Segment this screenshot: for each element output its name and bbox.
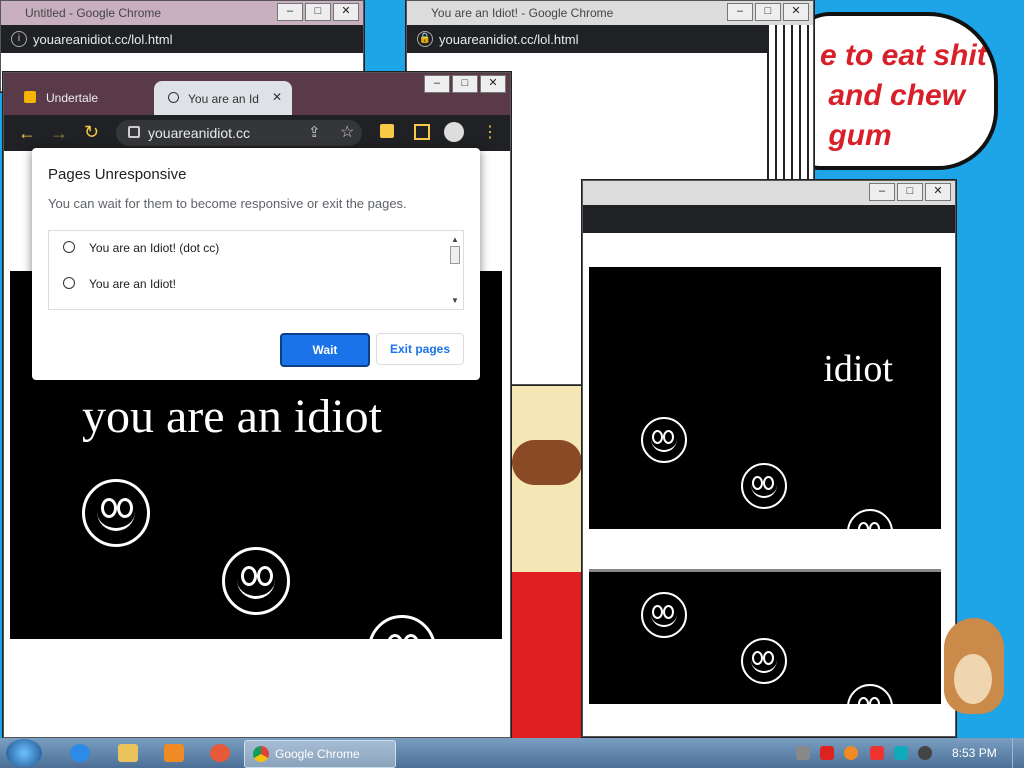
tab-undertale[interactable]: Undertale	[16, 83, 150, 113]
taskbar-item-label: Google Chrome	[275, 747, 360, 761]
minimize-button[interactable]: –	[869, 183, 895, 201]
wallpaper-speech-bubble: e to eat shit and chew gum	[790, 12, 998, 170]
window-title: Untitled - Google Chrome	[25, 6, 162, 20]
internet-explorer-icon[interactable]	[70, 744, 90, 762]
close-button[interactable]: ✕	[925, 183, 951, 201]
tab-label: You are an Id	[188, 92, 259, 106]
taskbar-item-chrome[interactable]: Google Chrome	[244, 740, 396, 768]
bubble-text: e to eat shit and chew gum	[820, 39, 987, 152]
folder-icon[interactable]	[118, 744, 138, 762]
back-icon[interactable]: ←	[18, 123, 36, 144]
dialog-title: Pages Unresponsive	[48, 166, 187, 183]
omnibox[interactable]: youareanidiot.cc	[116, 120, 362, 146]
smiley-icon	[847, 509, 893, 555]
titlebar[interactable]: Untitled - Google Chrome – □ ✕	[1, 1, 363, 25]
smiley-icon	[847, 684, 893, 730]
maximize-button[interactable]: □	[755, 3, 781, 21]
titlebar[interactable]: You are an Idiot! - Google Chrome – □ ✕	[407, 1, 813, 25]
exit-pages-button[interactable]: Exit pages	[376, 333, 464, 365]
smiley-icon	[741, 463, 787, 509]
page-content-upper: idiot	[589, 267, 941, 555]
extensions-icon[interactable]	[380, 124, 394, 138]
close-button[interactable]: ✕	[783, 3, 809, 21]
tab-label: Undertale	[46, 91, 99, 105]
tab-close-icon[interactable]: ✕	[272, 90, 282, 104]
window-title: You are an Idiot! - Google Chrome	[431, 6, 614, 20]
clock[interactable]: 8:53 PM	[952, 746, 997, 760]
address-bar[interactable]: i youareanidiot.cc/lol.html	[1, 25, 363, 53]
smiley-icon	[82, 479, 150, 547]
smiley-favicon-icon	[63, 277, 75, 289]
star-icon[interactable]: ☆	[340, 122, 354, 142]
close-button[interactable]: ✕	[333, 3, 359, 21]
tray-icon-monitor[interactable]	[894, 746, 908, 760]
smiley-icon	[741, 638, 787, 684]
unresponsive-pages-list[interactable]: You are an Idiot! (dot cc) You are an Id…	[48, 230, 464, 310]
smiley-favicon-icon	[168, 92, 179, 103]
tab-strip: Undertale You are an Id ✕ – □ ✕	[4, 73, 510, 115]
menu-icon[interactable]: ⋮	[482, 122, 498, 142]
url-text: youareanidiot.cc/lol.html	[439, 32, 579, 47]
omnibox-url: youareanidiot.cc	[148, 125, 250, 141]
tray-icon-v[interactable]	[820, 746, 834, 760]
maximize-button[interactable]: □	[305, 3, 331, 21]
address-bar[interactable]: 🔒 youareanidiot.cc/lol.html	[407, 25, 813, 53]
wait-button[interactable]: Wait	[280, 333, 370, 367]
smiley-icon	[641, 592, 687, 638]
chrome-window-right-lower[interactable]: – □ ✕ idiot	[582, 180, 956, 737]
scroll-down-icon[interactable]: ▼	[449, 296, 461, 305]
smiley-icon	[222, 547, 290, 615]
forward-icon[interactable]: →	[50, 123, 68, 144]
url-text: youareanidiot.cc/lol.html	[33, 32, 173, 47]
wallpaper-cartoon-brown	[512, 440, 582, 485]
smiley-icon	[641, 417, 687, 463]
maximize-button[interactable]: □	[897, 183, 923, 201]
list-item[interactable]: You are an Idiot!	[63, 277, 176, 291]
share-icon[interactable]: ⇪	[308, 123, 321, 141]
sidepanel-icon[interactable]	[414, 124, 430, 140]
close-button[interactable]: ✕	[480, 75, 506, 93]
list-item-label: You are an Idiot!	[89, 277, 176, 291]
paint-icon[interactable]	[210, 744, 230, 762]
drive-icon	[24, 91, 36, 103]
address-bar[interactable]	[583, 205, 955, 233]
list-scrollbar[interactable]: ▲ ▼	[449, 235, 461, 305]
profile-icon[interactable]	[444, 122, 464, 142]
list-item-label: You are an Idiot! (dot cc)	[89, 241, 220, 255]
show-desktop-button[interactable]	[1012, 738, 1024, 768]
toolbar: ← → ↻ youareanidiot.cc ⇪ ☆ ⋮	[4, 115, 510, 151]
minimize-button[interactable]: –	[277, 3, 303, 21]
list-item[interactable]: You are an Idiot! (dot cc)	[63, 241, 219, 255]
chrome-icon	[253, 746, 269, 762]
tray-icon-network[interactable]	[796, 746, 810, 760]
smiley-favicon-icon	[63, 241, 75, 253]
flag-icon[interactable]	[870, 746, 884, 760]
start-button[interactable]	[6, 739, 42, 767]
taskbar: Google Chrome 8:53 PM	[0, 738, 1024, 768]
page-heading: you are an idiot	[82, 390, 382, 443]
maximize-button[interactable]: □	[452, 75, 478, 93]
tray-icon-search[interactable]	[844, 746, 858, 760]
minimize-button[interactable]: –	[727, 3, 753, 21]
hamster-belly	[954, 654, 992, 704]
wallpaper-cartoon-red	[505, 572, 590, 742]
pages-unresponsive-dialog: Pages Unresponsive You can wait for them…	[32, 148, 480, 380]
page-content-lower	[589, 569, 941, 730]
page-heading: idiot	[823, 348, 893, 390]
speaker-icon[interactable]	[918, 746, 932, 760]
tab-you-are-an-idiot[interactable]: You are an Id ✕	[154, 81, 292, 115]
scrollbar-thumb[interactable]	[450, 246, 460, 264]
info-icon: i	[11, 31, 27, 47]
reload-icon[interactable]: ↻	[84, 122, 99, 143]
lock-icon	[128, 126, 140, 138]
media-player-icon[interactable]	[164, 744, 184, 762]
dialog-message: You can wait for them to become responsi…	[48, 196, 407, 211]
titlebar[interactable]: – □ ✕	[583, 181, 955, 205]
scroll-up-icon[interactable]: ▲	[449, 235, 461, 244]
lock-icon: 🔒	[417, 31, 433, 47]
smiley-icon	[368, 615, 436, 683]
hamster-mascot[interactable]	[944, 618, 1004, 714]
minimize-button[interactable]: –	[424, 75, 450, 93]
